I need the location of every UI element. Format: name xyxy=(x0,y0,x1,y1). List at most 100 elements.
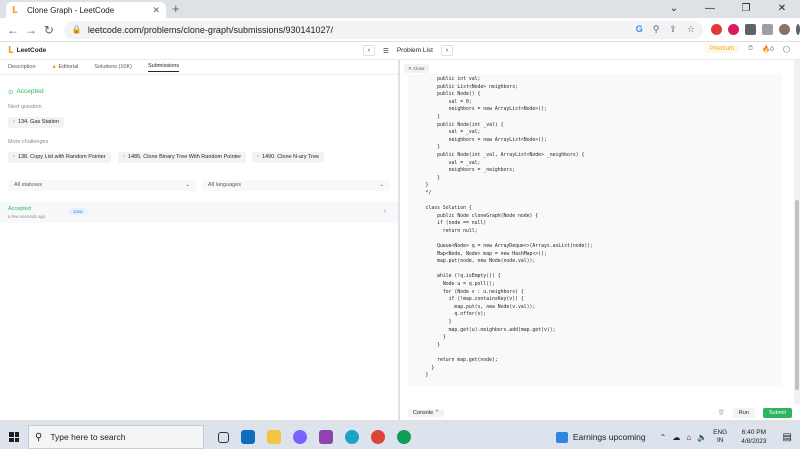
code-viewer: public int val; public List<Node> neighb… xyxy=(408,74,782,386)
share-icon[interactable]: ⇪ xyxy=(669,24,677,35)
menu-dots-icon[interactable] xyxy=(795,24,800,35)
network-icon[interactable]: ⌂ xyxy=(686,433,691,442)
notifications-icon[interactable]: ▤ xyxy=(783,432,792,443)
close-icon: ✕ xyxy=(408,66,412,71)
reload-icon[interactable]: ↻ xyxy=(40,23,58,37)
file-explorer-icon[interactable] xyxy=(267,430,281,444)
window-controls: ⌄ — ❐ ✕ xyxy=(656,0,800,18)
lock-icon[interactable]: 🔒 xyxy=(72,25,82,34)
extensions-puzzle-icon[interactable] xyxy=(744,24,756,35)
run-button[interactable]: Run xyxy=(732,408,755,418)
submission-row[interactable]: Accepted a few seconds ago Java › xyxy=(0,202,398,223)
scrollbar-thumb[interactable] xyxy=(795,200,799,390)
news-widget[interactable]: Earnings upcoming xyxy=(555,431,646,443)
browser-toolbar: ← → ↻ 🔒 leetcode.com/problems/clone-grap… xyxy=(0,18,800,42)
google-icon[interactable]: G xyxy=(636,24,643,35)
taskbar-apps xyxy=(218,430,411,444)
fire-icon: 🔥 xyxy=(762,46,771,53)
task-view-icon[interactable] xyxy=(218,431,229,443)
problem-list-link[interactable]: Problem List xyxy=(397,47,433,54)
difficulty-dot-icon: • xyxy=(257,154,259,160)
tab-close-icon[interactable]: ✕ xyxy=(152,5,160,16)
editor-footer: Console ⌃ 🗑 Run Submit xyxy=(408,408,792,418)
news-chart-icon xyxy=(555,431,568,443)
chevron-down-icon: ⌄ xyxy=(379,182,384,188)
start-button[interactable] xyxy=(0,432,28,442)
right-panel: ✕ Close public int val; public List<Node… xyxy=(400,60,800,420)
cloud-icon[interactable]: ☁ xyxy=(672,433,680,442)
timer-icon[interactable]: ⏱ xyxy=(748,45,753,53)
app-purple-icon[interactable] xyxy=(293,430,307,444)
vertical-scrollbar[interactable] xyxy=(794,60,800,404)
chrome-profile-icon[interactable] xyxy=(397,430,411,444)
browser-tab-strip: ᒪ Clone Graph - LeetCode ✕ + ⌄ — ❐ ✕ xyxy=(0,0,800,18)
address-bar[interactable]: 🔒 leetcode.com/problems/clone-graph/subm… xyxy=(63,20,703,39)
zoom-icon[interactable]: ⚲ xyxy=(653,24,660,35)
leetcode-logo[interactable]: ᒪ LeetCode xyxy=(8,45,46,56)
challenge-chip-1485[interactable]: • 1485. Clone Binary Tree With Random Poi… xyxy=(118,152,247,163)
chevron-up-icon: ⌃ xyxy=(434,410,440,416)
extension-red-icon[interactable] xyxy=(710,24,722,35)
close-code-button[interactable]: ✕ Close xyxy=(404,64,429,73)
system-tray: ⌃ ☁ ⌂ 🔈 ENG IN 6:40 PM 4/8/2023 ▤ xyxy=(660,428,800,446)
prev-problem-button[interactable]: ‹ xyxy=(363,45,375,56)
leetcode-header: ᒪ LeetCode ‹ ☰ Problem List › Premium ⏱ … xyxy=(0,42,800,60)
language-filter-select[interactable]: All languages ⌄ xyxy=(202,180,390,191)
accepted-status: ⊙ Accepted xyxy=(8,88,44,96)
chevron-down-icon: ⌄ xyxy=(185,182,190,188)
restore-icon[interactable]: ❐ xyxy=(728,0,764,18)
language-indicator[interactable]: ENG IN xyxy=(713,429,727,445)
taskbar-search[interactable]: ⚲ Type here to search xyxy=(28,425,204,449)
streak-counter[interactable]: 🔥0 xyxy=(762,45,774,53)
leetcode-favicon-icon: ᒪ xyxy=(12,4,18,15)
close-window-icon[interactable]: ✕ xyxy=(764,0,800,18)
tray-chevron-up-icon[interactable]: ⌃ xyxy=(660,433,667,442)
difficulty-dot-icon: • xyxy=(123,154,125,160)
tab-description[interactable]: Description xyxy=(8,64,36,70)
left-panel: Description ▲ Editorial Solutions (10K) … xyxy=(0,60,398,420)
difficulty-dot-icon: • xyxy=(13,119,15,125)
trash-icon[interactable]: 🗑 xyxy=(718,410,725,416)
challenge-chip-1490[interactable]: • 1490. Clone N-ary Tree xyxy=(252,152,325,163)
list-icon: ☰ xyxy=(383,47,389,55)
submission-lang-badge: Java xyxy=(68,208,88,215)
submission-date: a few seconds ago xyxy=(8,214,46,219)
edge-icon[interactable] xyxy=(345,430,359,444)
forward-icon[interactable]: → xyxy=(22,23,40,37)
minimize-icon[interactable]: — xyxy=(692,0,728,18)
sidepanel-icon[interactable] xyxy=(761,24,773,35)
speaker-icon[interactable]: 🔈 xyxy=(697,433,707,442)
mail-icon[interactable] xyxy=(241,430,255,444)
next-question-chip[interactable]: • 134. Gas Station xyxy=(8,117,64,128)
premium-button[interactable]: Premium xyxy=(704,45,739,53)
next-problem-button[interactable]: › xyxy=(440,45,453,56)
status-filter-select[interactable]: All statuses ⌄ xyxy=(8,180,196,191)
back-icon[interactable]: ← xyxy=(4,23,22,37)
taskbar-clock[interactable]: 6:40 PM 4/8/2023 xyxy=(741,428,766,446)
challenge-chip-138[interactable]: • 138. Copy List with Random Pointer xyxy=(8,152,111,163)
app-violet-icon[interactable] xyxy=(319,430,333,444)
problem-list-nav: ‹ ☰ Problem List › xyxy=(363,45,453,56)
console-toggle[interactable]: Console ⌃ xyxy=(408,409,445,417)
bookmark-star-icon[interactable]: ☆ xyxy=(687,24,695,35)
windows-logo-icon xyxy=(9,432,19,442)
new-tab-icon[interactable]: + xyxy=(172,2,180,16)
submission-status: Accepted xyxy=(8,206,31,212)
tab-editorial[interactable]: ▲ Editorial xyxy=(52,64,79,70)
extension-pink-icon[interactable] xyxy=(727,24,739,35)
leetcode-logo-icon: ᒪ xyxy=(8,45,14,55)
profile-avatar[interactable] xyxy=(778,24,790,35)
tab-submissions[interactable]: Submissions xyxy=(147,63,180,72)
browser-tab[interactable]: ᒪ Clone Graph - LeetCode ✕ xyxy=(6,2,166,18)
chrome-icon[interactable] xyxy=(371,430,385,444)
difficulty-dot-icon: • xyxy=(13,154,15,160)
submit-button[interactable]: Submit xyxy=(762,408,792,418)
editorial-icon: ▲ xyxy=(51,64,57,70)
chevron-right-icon: › xyxy=(383,208,386,215)
tab-solutions[interactable]: Solutions (10K) xyxy=(94,64,132,70)
tab-title: Clone Graph - LeetCode xyxy=(27,5,115,15)
problem-tabs: Description ▲ Editorial Solutions (10K) … xyxy=(0,60,398,75)
tab-search-icon[interactable]: ⌄ xyxy=(656,0,692,18)
code-text: public int val; public List<Node> neighb… xyxy=(425,77,594,379)
user-avatar[interactable]: ◯ xyxy=(783,45,790,53)
